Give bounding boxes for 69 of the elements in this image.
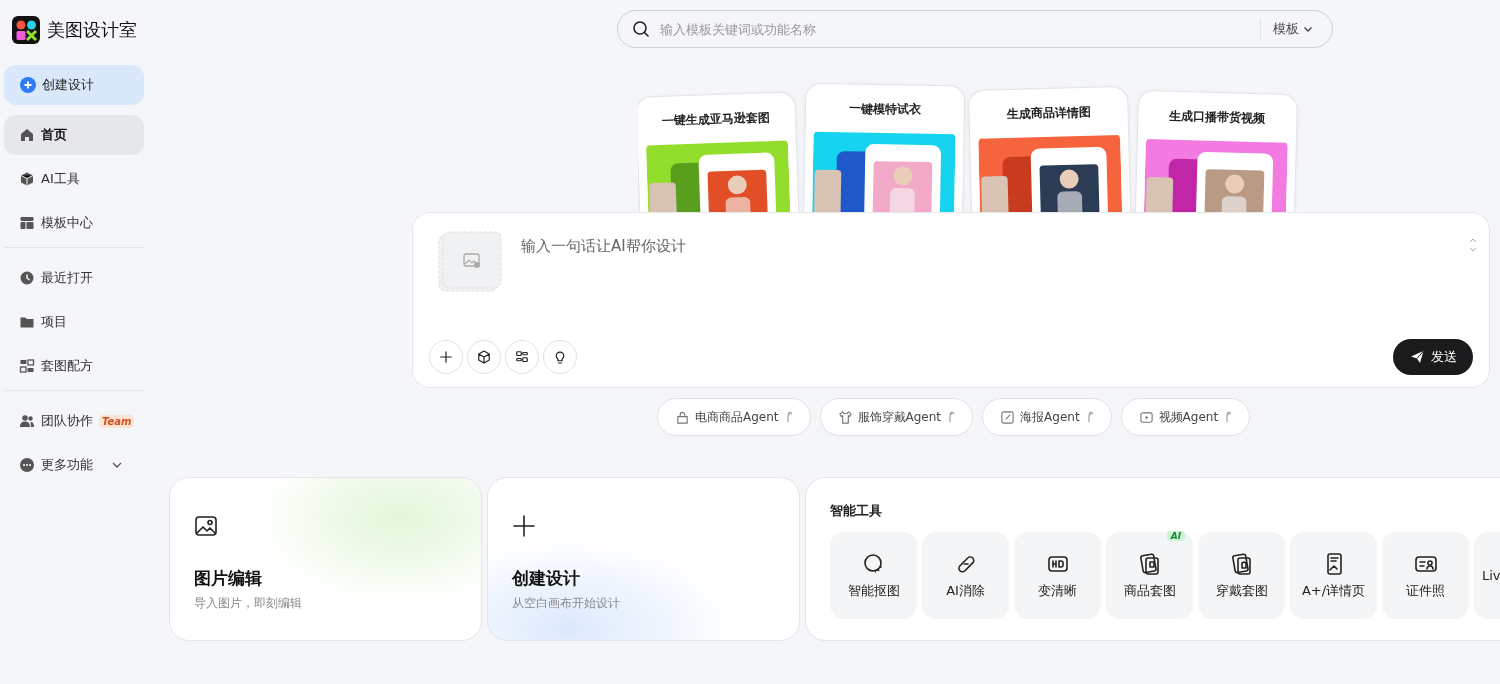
image-icon [194, 514, 218, 538]
lightbulb-button[interactable] [543, 340, 577, 374]
ai-badge: AI [1166, 531, 1185, 541]
card-title: 图片编辑 [194, 567, 262, 590]
plus-icon [512, 514, 536, 538]
showcase-card[interactable]: 一键生成亚马逊套图 [638, 91, 801, 212]
search-icon [632, 20, 650, 38]
agent-chip[interactable]: 服饰穿戴Agent [819, 398, 974, 436]
sidebar-item[interactable]: 最近打开 [4, 258, 144, 298]
card-subtitle: 从空白画布开始设计 [512, 595, 620, 612]
cube-icon [19, 171, 35, 187]
section-title: 智能工具 [830, 502, 883, 520]
create-design-button[interactable]: 创建设计 [4, 65, 144, 105]
home-icon [19, 127, 35, 143]
card-subtitle: 导入图片，即刻编辑 [194, 595, 302, 612]
card-title: 创建设计 [512, 567, 580, 590]
edit-icon [1000, 409, 1016, 425]
card-title: 一键生成亚马逊套图 [661, 109, 771, 130]
scope-dropdown[interactable]: 模板 [1269, 20, 1318, 38]
sidebar-item[interactable]: 套图配方 [4, 346, 144, 386]
card-title: 生成口播带货视频 [1169, 107, 1266, 128]
cards-icon [1137, 551, 1162, 576]
tool-tile[interactable]: 智能抠图 [830, 532, 917, 619]
prompt-field[interactable]: 输入一句话让AI帮你设计 发送 [412, 212, 1490, 388]
tool-tile[interactable]: A+/详情页 [1290, 532, 1377, 619]
sidebar-item[interactable]: 团队协作 Team [4, 401, 144, 441]
tool-tile[interactable]: 穿戴套图 [1198, 532, 1285, 619]
logo-icon [12, 16, 40, 44]
sidebar-item[interactable]: 模板中心 [4, 203, 144, 243]
layers-icon [19, 358, 35, 374]
agent-chip[interactable]: 电商商品Agent [657, 398, 811, 436]
video-icon [1138, 409, 1154, 425]
more-icon [19, 457, 35, 473]
action-card[interactable]: 图片编辑 导入图片，即刻编辑 [169, 477, 482, 641]
bag-icon [675, 409, 690, 425]
action-card[interactable]: 创建设计 从空白画布开始设计 [487, 477, 800, 641]
plus-icon [20, 77, 36, 93]
shirt-icon [837, 409, 853, 425]
sidebar-item[interactable]: AI工具 [4, 159, 144, 199]
paper-plane-icon [1409, 349, 1425, 365]
image-upload-icon [437, 231, 503, 293]
send-button[interactable]: 发送 [1393, 339, 1473, 375]
search-field[interactable]: 输入模板关键词或功能名称 模板 [617, 10, 1333, 48]
showcase-card[interactable]: 一键模特试衣 [802, 82, 966, 212]
agent-chip[interactable]: 海报Agent [982, 398, 1112, 436]
tool-tile[interactable]: AI 商品套图 [1106, 532, 1193, 619]
team-icon [19, 413, 35, 429]
logo-text: 美图设计室 [47, 18, 137, 42]
team-badge: Team [99, 414, 135, 428]
tool-tile[interactable]: AI消除 [922, 532, 1009, 619]
scroll-arrows-icon [1469, 237, 1477, 253]
layers-button[interactable] [505, 340, 539, 374]
sidebar-item[interactable]: 更多功能 [4, 445, 144, 485]
card-title: 一键模特试衣 [848, 100, 922, 119]
shirt-icon [1229, 551, 1254, 576]
add-icon [437, 348, 455, 366]
sidebar-item[interactable]: 首页 [4, 115, 144, 155]
tool-tile[interactable]: Liv [1474, 532, 1500, 619]
showcase-card[interactable]: 生成口播带货视频 [1133, 89, 1299, 212]
layout-icon [19, 215, 35, 231]
clock-icon [19, 270, 35, 286]
sidebar-item[interactable]: 项目 [4, 302, 144, 342]
agent-chip[interactable]: 视频Agent [1120, 398, 1251, 436]
cube-button[interactable] [467, 340, 501, 374]
tool-tile[interactable]: 证件照 [1382, 532, 1469, 619]
tool-tile[interactable]: 变清晰 [1014, 532, 1101, 619]
card-title: 生成商品详情图 [1006, 103, 1091, 124]
showcase-card[interactable]: 生成商品详情图 [967, 85, 1133, 212]
cube-icon [475, 348, 493, 366]
